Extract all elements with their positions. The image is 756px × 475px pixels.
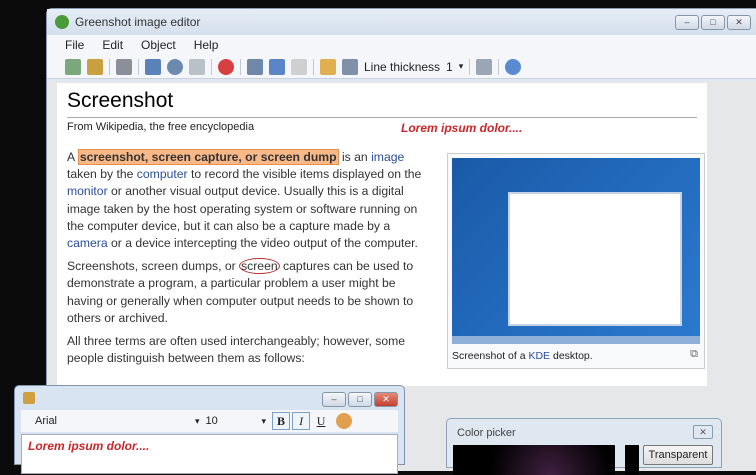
kde-desktop-image (452, 158, 700, 344)
text-run: Screenshots, screen dumps, or (67, 259, 240, 274)
text-run: A (67, 150, 78, 164)
text-window-minimize[interactable]: – (322, 392, 346, 407)
save-as-icon[interactable] (87, 58, 103, 75)
article-subtitle: From Wikipedia, the free encyclopedia (67, 121, 255, 133)
paste-icon[interactable] (291, 58, 307, 75)
copy-to-clipboard-icon[interactable] (145, 58, 161, 75)
text-window-close[interactable]: ✕ (374, 392, 398, 407)
text-content: Lorem ipsum dolor.... (28, 439, 150, 453)
menu-edit[interactable]: Edit (102, 38, 123, 52)
article-title: Screenshot (67, 89, 174, 112)
font-toolbar: Arial ▾ 10 ▾ B I U (21, 410, 398, 432)
font-size-select[interactable]: 10 (206, 415, 262, 427)
print-icon[interactable] (116, 58, 132, 75)
color-picker-title: Color picker (457, 427, 516, 439)
text-run: to record the visible items displayed on… (187, 167, 422, 182)
copy-icon[interactable] (269, 58, 285, 75)
line-thickness-value[interactable]: 1 (446, 60, 453, 74)
minimize-button[interactable]: – (675, 15, 699, 30)
color-picker-window: Color picker ✕ Transparent (446, 418, 722, 475)
send-to-back-icon[interactable] (342, 58, 358, 75)
settings-wrench-icon[interactable] (476, 58, 493, 75)
link[interactable]: computer (137, 167, 188, 181)
help-icon[interactable] (505, 58, 522, 75)
font-family-select[interactable]: Arial (35, 415, 195, 427)
text-tool-icon (23, 392, 35, 404)
save-icon[interactable] (65, 58, 81, 75)
line-thickness-label: Line thickness (364, 59, 441, 74)
text-editor-window: – □ ✕ Arial ▾ 10 ▾ B I U Lorem ipsum dol… (14, 385, 405, 474)
thumbnail-caption: Screenshot of a KDE desktop. (452, 350, 593, 362)
font-size-dropdown[interactable]: ▾ (262, 416, 267, 427)
link[interactable]: monitor (67, 184, 108, 198)
paragraph: A screenshot, screen capture, or screen … (67, 149, 433, 252)
enlarge-icon[interactable]: ⧉ (690, 348, 698, 361)
menu-file[interactable]: File (65, 38, 84, 52)
link[interactable]: image (371, 150, 404, 164)
color-palette-icon[interactable] (336, 413, 353, 429)
cut-icon[interactable] (247, 58, 263, 75)
text-run: All three terms are often used interchan… (67, 334, 406, 366)
paragraph: Screenshots, screen dumps, or screen cap… (67, 258, 433, 327)
close-editor-icon[interactable] (218, 58, 234, 75)
color-picker-close[interactable]: ✕ (693, 425, 713, 439)
article-body: A screenshot, screen capture, or screen … (67, 149, 433, 373)
highlight: screen (239, 258, 280, 275)
upload-icon[interactable] (167, 58, 183, 75)
italic-button[interactable]: I (292, 412, 311, 430)
menu-help[interactable]: Help (194, 38, 219, 52)
kde-thumbnail: Screenshot of a KDE desktop. ⧉ (447, 153, 705, 369)
brightness-slider[interactable] (625, 445, 639, 475)
text-input[interactable]: Lorem ipsum dolor.... (21, 434, 398, 474)
underline-button[interactable]: U (312, 412, 330, 430)
menu-bar: File Edit Object Help (47, 35, 756, 55)
close-button[interactable]: ✕ (727, 15, 751, 30)
kde-link[interactable]: KDE (528, 350, 550, 362)
link[interactable]: camera (67, 236, 108, 250)
screenshot-image: Screenshot From Wikipedia, the free ency… (57, 83, 707, 386)
toolbar: Line thickness 1 ▾ (47, 55, 756, 79)
text-run: taken by the (67, 167, 137, 182)
text-window-maximize[interactable]: □ (348, 392, 372, 407)
font-family-dropdown[interactable]: ▾ (195, 416, 200, 427)
menu-object[interactable]: Object (141, 38, 176, 52)
bold-button[interactable]: B (272, 412, 291, 430)
highlight: screenshot, screen capture, or screen du… (77, 149, 339, 165)
color-spectrum[interactable] (453, 445, 615, 475)
maximize-button[interactable]: □ (701, 15, 725, 30)
transparent-button[interactable]: Transparent (643, 445, 713, 465)
email-icon[interactable] (189, 58, 205, 75)
title-bar: Greenshot image editor – □ ✕ (47, 9, 756, 35)
paragraph: All three terms are often used interchan… (67, 333, 433, 367)
greenshot-icon (55, 15, 69, 29)
bring-to-front-icon[interactable] (320, 58, 336, 75)
window-title: Greenshot image editor (75, 15, 201, 29)
text-run: is an (338, 150, 372, 164)
text-run: or a device intercepting the video outpu… (107, 236, 418, 251)
line-thickness-dropdown[interactable]: ▾ (459, 61, 464, 72)
text-run: or another visual output device. Usually… (67, 184, 418, 233)
text-annotation[interactable]: Lorem ipsum dolor.... (401, 121, 522, 135)
